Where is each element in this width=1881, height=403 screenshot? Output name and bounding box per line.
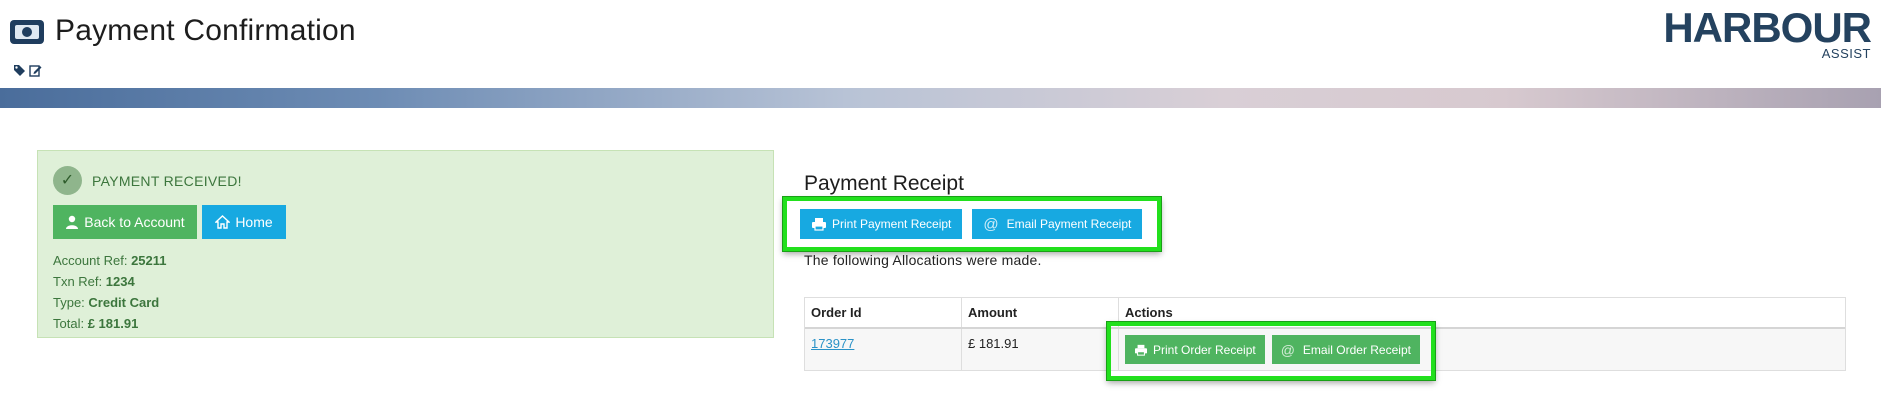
back-to-account-label: Back to Account [84, 214, 185, 230]
success-message: PAYMENT RECEIVED! [92, 173, 242, 189]
total-label: Total: [53, 316, 85, 331]
user-icon [66, 215, 79, 229]
payment-receipt-actions: Print Payment Receipt @ Email Payment Re… [800, 209, 1143, 239]
allocations-text: The following Allocations were made. [804, 252, 1042, 268]
total-line: Total: £ 181.91 [53, 316, 138, 331]
email-payment-receipt-label: Email Payment Receipt [1006, 217, 1132, 231]
type-value: Credit Card [88, 295, 160, 310]
column-header-order-id: Order Id [805, 298, 962, 327]
total-value: £ 181.91 [87, 316, 139, 331]
money-icon [10, 20, 44, 44]
page-title: Payment Confirmation [55, 14, 356, 47]
logo-main-text: HARBOUR [1663, 4, 1872, 51]
edit-icon[interactable] [29, 64, 43, 78]
order-id-cell: 173977 [805, 329, 962, 370]
home-icon [215, 215, 231, 229]
account-ref-value: 25211 [131, 253, 167, 268]
home-button[interactable]: Home [202, 205, 286, 239]
type-label: Type: [53, 295, 85, 310]
at-icon: @ [983, 215, 999, 233]
page-tools [13, 64, 43, 78]
amount-cell: £ 181.91 [962, 329, 1119, 370]
page-header: Payment Confirmation HARBOUR ASSIST [0, 0, 1881, 88]
back-to-account-button[interactable]: Back to Account [53, 205, 197, 239]
payment-receipt-title: Payment Receipt [804, 172, 964, 195]
email-payment-receipt-button[interactable]: @ Email Payment Receipt [972, 209, 1143, 239]
header-banner [0, 88, 1881, 108]
print-payment-receipt-button[interactable]: Print Payment Receipt [800, 209, 963, 239]
account-ref-line: Account Ref: 25211 [53, 253, 167, 268]
tag-icon[interactable] [13, 64, 27, 78]
order-id-link[interactable]: 173977 [811, 336, 854, 351]
payment-success-panel: ✓ PAYMENT RECEIVED! Back to Account Home… [37, 150, 774, 338]
txn-ref-value: 1234 [105, 274, 135, 289]
print-icon [812, 218, 826, 231]
print-payment-receipt-label: Print Payment Receipt [832, 217, 952, 231]
column-header-amount: Amount [962, 298, 1119, 327]
account-ref-label: Account Ref: [53, 253, 128, 268]
home-label: Home [235, 214, 273, 230]
txn-ref-label: Txn Ref: [53, 274, 103, 289]
txn-ref-line: Txn Ref: 1234 [53, 274, 135, 289]
check-icon: ✓ [53, 166, 82, 195]
harbour-assist-logo: HARBOUR ASSIST [1663, 4, 1872, 62]
highlight-frame [1107, 322, 1435, 380]
type-line: Type: Credit Card [53, 295, 159, 310]
